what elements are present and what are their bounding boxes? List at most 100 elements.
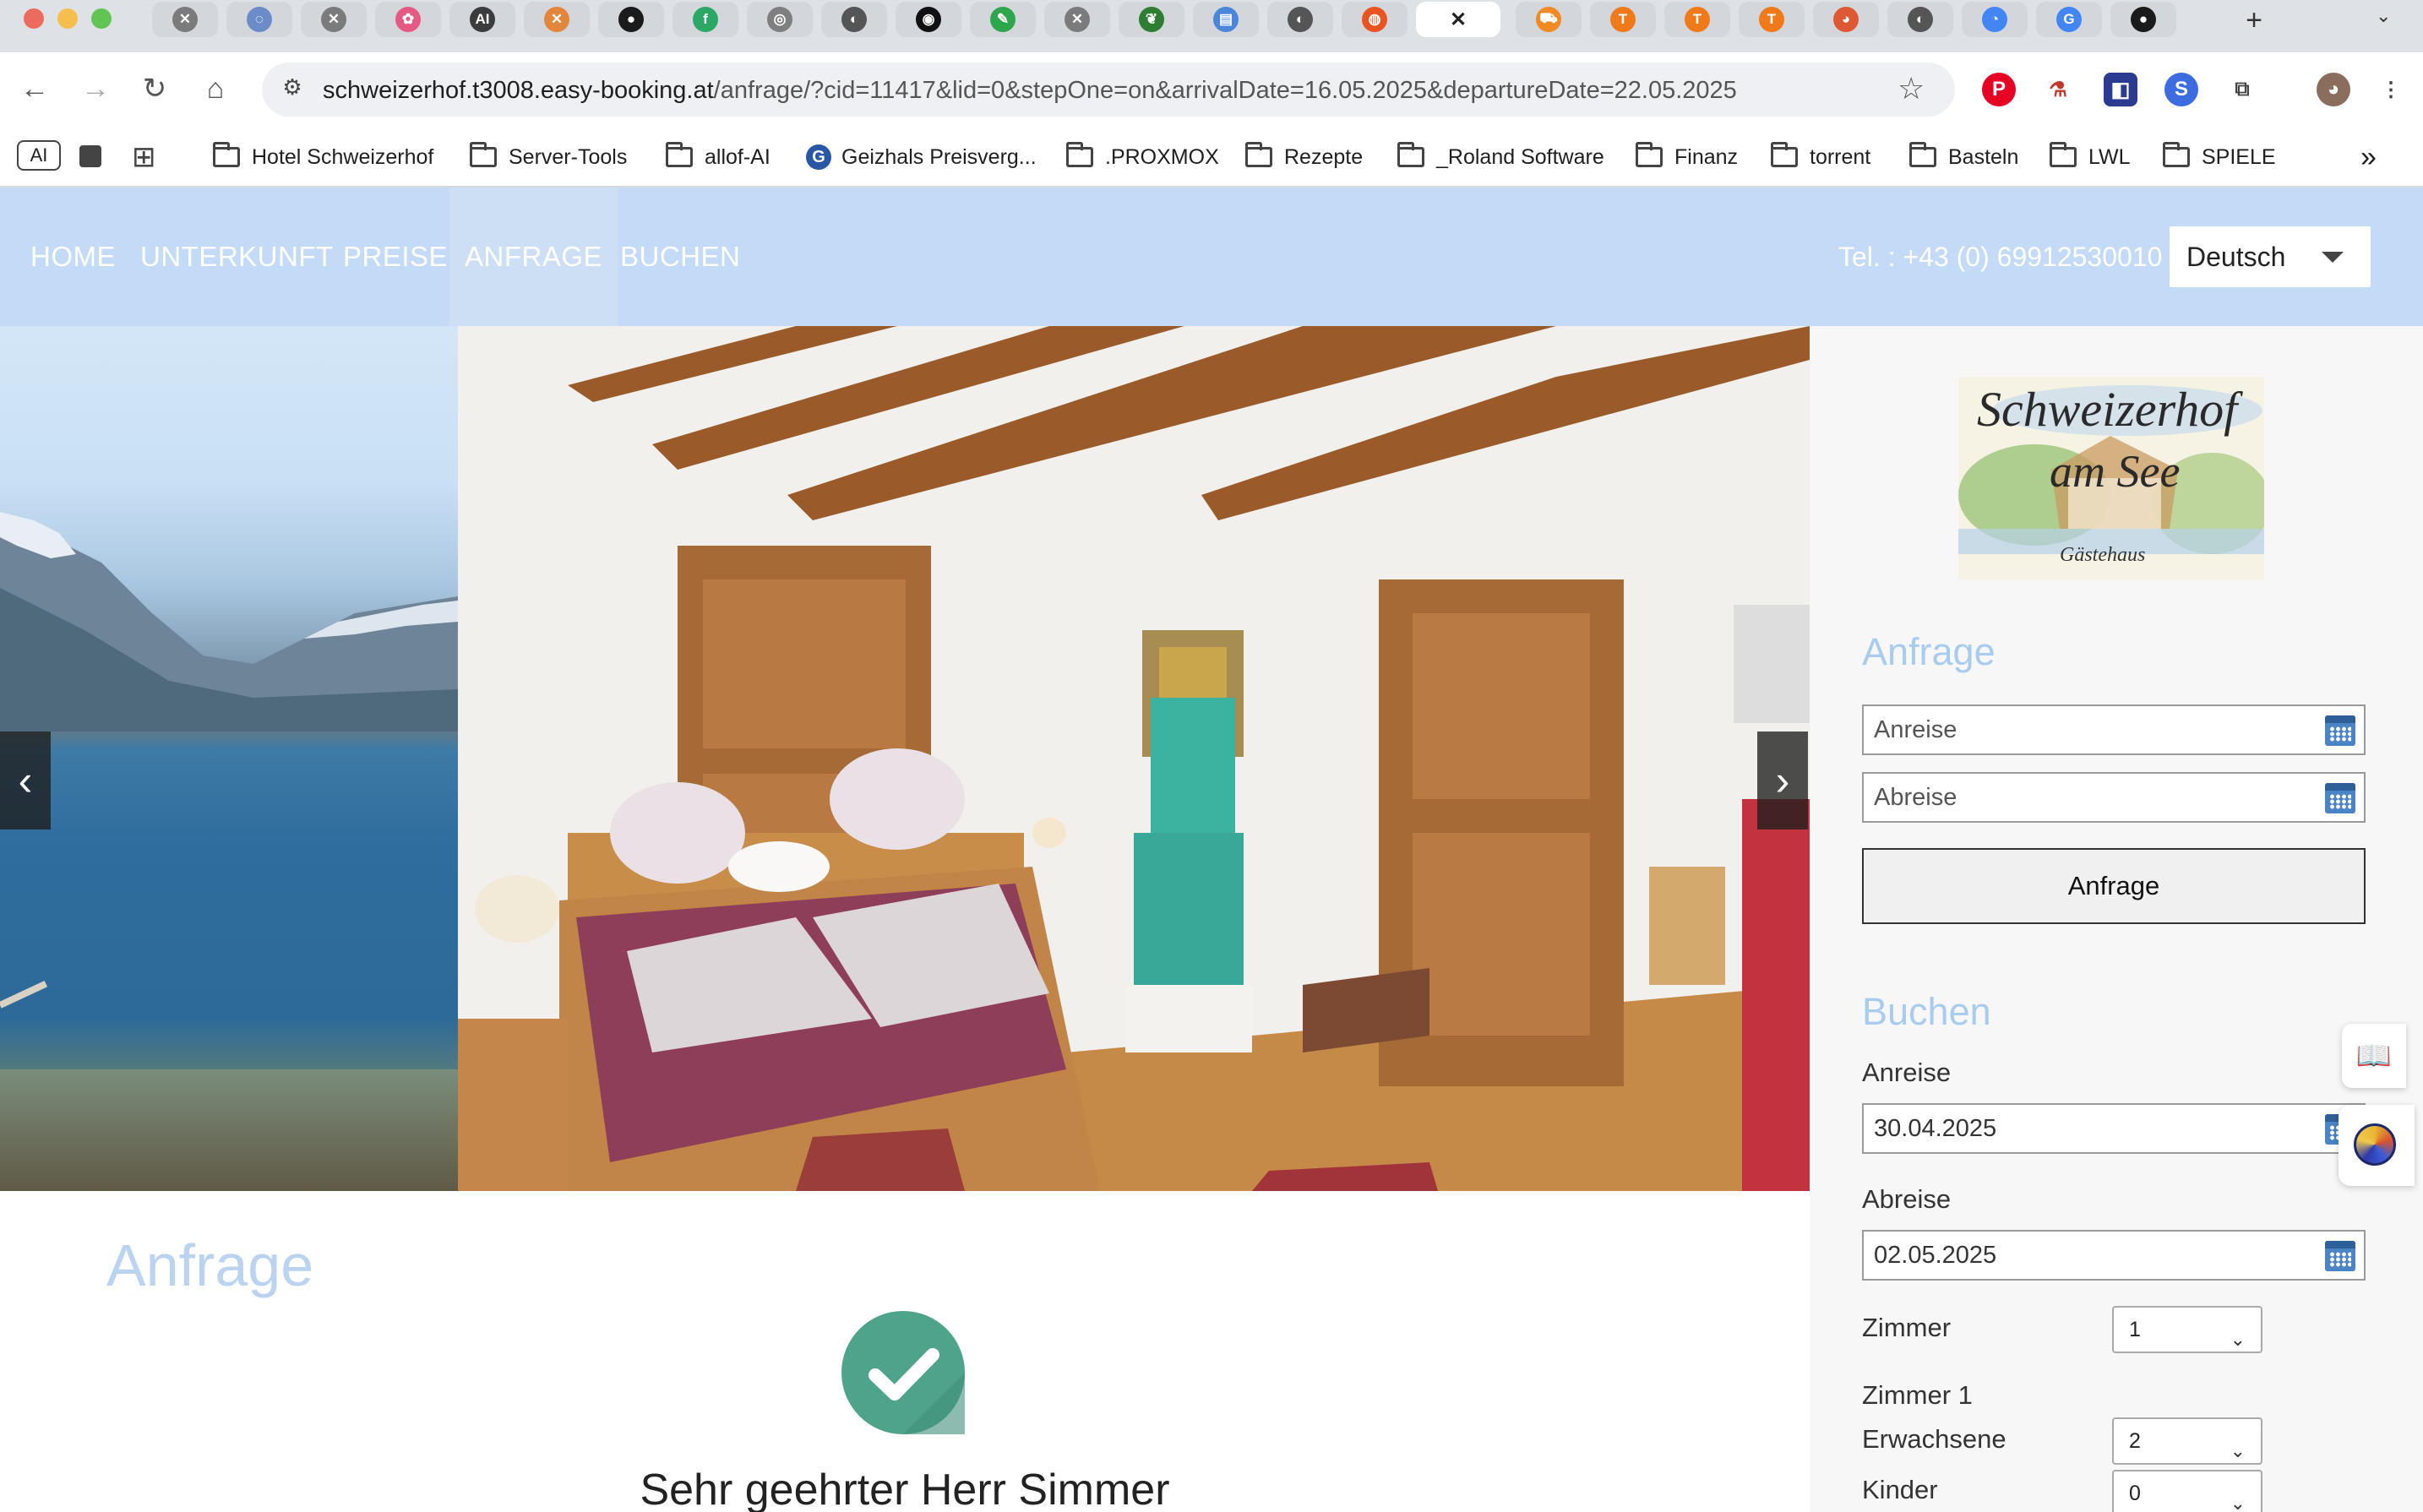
tab-globe[interactable]: ◐ bbox=[1267, 2, 1333, 37]
bookmark-basteln[interactable]: Basteln bbox=[1909, 140, 2018, 174]
hotel-logo[interactable]: Schweizerhof am See Gästehaus bbox=[1958, 377, 2264, 579]
page-title: Anfrage bbox=[106, 1232, 314, 1298]
folder-icon bbox=[213, 142, 240, 167]
tab-temu[interactable]: T bbox=[1739, 2, 1805, 37]
folder-icon bbox=[1771, 142, 1798, 167]
tab-pen[interactable]: ✎ bbox=[970, 2, 1036, 37]
tab-google[interactable]: G bbox=[2036, 2, 2102, 37]
home-icon[interactable]: ⌂ bbox=[194, 68, 237, 110]
zoom-window-button[interactable] bbox=[91, 8, 112, 29]
tab-x[interactable]: ✕ bbox=[152, 2, 218, 37]
tab-ubuntu[interactable]: ◍ bbox=[1342, 2, 1408, 37]
bookmark-spiele[interactable]: SPIELE bbox=[2163, 140, 2276, 174]
nav-buchen[interactable]: BUCHEN bbox=[620, 188, 740, 326]
photos-icon: ✿ bbox=[395, 7, 421, 32]
nav-anfrage[interactable]: ANFRAGE bbox=[449, 188, 618, 326]
forward-icon[interactable]: → bbox=[74, 68, 117, 110]
tab-github[interactable]: ● bbox=[2110, 2, 2176, 37]
calendar-icon[interactable] bbox=[2325, 783, 2355, 813]
profile-avatar[interactable]: ◕ bbox=[2317, 73, 2350, 106]
tab-photos[interactable]: ✿ bbox=[375, 2, 441, 37]
caret-down-icon bbox=[2322, 252, 2344, 263]
apps-grid-icon[interactable]: ⊞ bbox=[132, 140, 156, 174]
close-icon[interactable]: ✕ bbox=[1446, 7, 1471, 32]
github-icon: ● bbox=[618, 7, 644, 32]
buchen-anreise-label: Anreise bbox=[1862, 1058, 1952, 1087]
green-app-icon: f bbox=[693, 7, 718, 32]
tab-temu[interactable]: T bbox=[1590, 2, 1656, 37]
tab-active[interactable]: ✕ bbox=[1416, 2, 1500, 37]
browser-chrome: ✕ ◌ ✕ ✿ AI ✕ ● f ◎ ◐ ◉ ✎ ✕ ❦ ▤ ◐ ◍ ✕ ⛟ T T T ◕ ◐ ◔ G ● + ⌄ ← → ↻ ⌂… bbox=[0, 0, 2423, 188]
browser-menu-icon[interactable]: ⋮ bbox=[2374, 73, 2408, 106]
anfrage-anreise-input[interactable]: Anreise bbox=[1862, 704, 2366, 755]
bookmark-square-icon[interactable] bbox=[79, 145, 101, 167]
abreise-value: 02.05.2025 bbox=[1874, 1242, 1997, 1269]
tab-globe[interactable]: ◐ bbox=[1887, 2, 1953, 37]
nav-preise[interactable]: PREISE bbox=[343, 188, 448, 326]
calendar-icon[interactable] bbox=[2325, 1241, 2355, 1271]
s-extension-icon[interactable]: S bbox=[2164, 73, 2198, 106]
x-orange-icon: ✕ bbox=[544, 7, 569, 32]
close-window-button[interactable] bbox=[24, 8, 44, 29]
bookmark-finanz[interactable]: Finanz bbox=[1636, 140, 1738, 174]
tab-globe[interactable]: ◐ bbox=[821, 2, 887, 37]
pinterest-extension-icon[interactable]: P bbox=[1982, 73, 2016, 106]
slider-prev-button[interactable]: ‹ bbox=[0, 732, 51, 829]
language-select[interactable]: Deutsch bbox=[2170, 226, 2371, 287]
site-info-icon[interactable]: ⚙ bbox=[277, 74, 308, 105]
buchen-abreise-input[interactable]: 02.05.2025 bbox=[1862, 1230, 2366, 1281]
buchen-anreise-input[interactable]: 30.04.2025 bbox=[1862, 1103, 2366, 1154]
address-bar[interactable]: ⚙ schweizerhof.t3008.easy-booking.at/anf… bbox=[262, 63, 1955, 117]
kinder-select[interactable]: 0 ⌄ bbox=[2112, 1470, 2262, 1512]
extensions-puzzle-icon[interactable]: ⧉ bbox=[2225, 73, 2259, 106]
folder-icon bbox=[1909, 142, 1936, 167]
back-icon[interactable]: ← bbox=[14, 68, 56, 110]
tab-loop[interactable]: ◌ bbox=[226, 2, 292, 37]
assistant-widget[interactable] bbox=[2339, 1105, 2415, 1186]
bookmarks-overflow-icon[interactable]: » bbox=[2360, 140, 2377, 174]
tab-x[interactable]: ✕ bbox=[1044, 2, 1110, 37]
reader-book-icon[interactable]: 📖 bbox=[2342, 1024, 2406, 1088]
tools-extension-icon[interactable]: ⚗ bbox=[2041, 73, 2075, 106]
anfrage-button[interactable]: Anfrage bbox=[1862, 848, 2366, 924]
bookmark-lwl[interactable]: LWL bbox=[2050, 140, 2131, 174]
tab-github[interactable]: ● bbox=[598, 2, 664, 37]
calendar-icon[interactable] bbox=[2325, 715, 2355, 746]
bookmark-roland-software[interactable]: _Roland Software bbox=[1397, 140, 1604, 174]
nav-unterkunft[interactable]: UNTERKUNFT bbox=[140, 188, 334, 326]
bookmark-allof-ai[interactable]: allof-AI bbox=[666, 140, 770, 174]
tab-black-circle[interactable]: ◉ bbox=[896, 2, 961, 37]
tab-doc[interactable]: ▤ bbox=[1193, 2, 1259, 37]
bookmark-geizhals-preisverg[interactable]: G Geizhals Preisverg... bbox=[806, 140, 1037, 174]
phone-number[interactable]: Tel. : +43 (0) 69912530010 bbox=[1838, 242, 2162, 273]
new-tab-button[interactable]: + bbox=[2237, 3, 2271, 37]
shore-illustration bbox=[0, 1069, 458, 1191]
bookmark-hotel-schweizerhof[interactable]: Hotel Schweizerhof bbox=[213, 140, 433, 174]
tab-grey-app[interactable]: ◎ bbox=[747, 2, 813, 37]
minimize-window-button[interactable] bbox=[57, 8, 78, 29]
tab-cart[interactable]: ⛟ bbox=[1516, 2, 1582, 37]
tab-x[interactable]: ✕ bbox=[301, 2, 367, 37]
bookmark-star-icon[interactable]: ☆ bbox=[1898, 71, 1925, 106]
color-extension-icon[interactable]: ◧ bbox=[2104, 73, 2137, 106]
bookmark-torrent[interactable]: torrent bbox=[1771, 140, 1870, 174]
tab-temu[interactable]: T bbox=[1664, 2, 1730, 37]
bookmark-ai-chip[interactable]: AI bbox=[17, 140, 61, 171]
bookmark-rezepte[interactable]: Rezepte bbox=[1245, 140, 1363, 174]
slider-next-button[interactable]: › bbox=[1757, 732, 1808, 829]
reload-icon[interactable]: ↻ bbox=[133, 68, 176, 110]
bookmark-server-tools[interactable]: Server-Tools bbox=[470, 140, 627, 174]
erwachsene-select[interactable]: 2 ⌄ bbox=[2112, 1417, 2262, 1465]
anfrage-abreise-input[interactable]: Abreise bbox=[1862, 772, 2366, 823]
tab-ai[interactable]: AI bbox=[449, 2, 515, 37]
tab-chrome-app[interactable]: ◔ bbox=[1962, 2, 2028, 37]
nav-home[interactable]: HOME bbox=[30, 188, 116, 326]
bookmark-proxmox[interactable]: .PROXMOX bbox=[1066, 140, 1219, 174]
tab-x-orange[interactable]: ✕ bbox=[524, 2, 590, 37]
tab-leaf[interactable]: ❦ bbox=[1119, 2, 1184, 37]
tab-green-app[interactable]: f bbox=[672, 2, 738, 37]
url-text[interactable]: schweizerhof.t3008.easy-booking.at/anfra… bbox=[323, 77, 1737, 105]
tab-duckduckgo[interactable]: ◕ bbox=[1813, 2, 1879, 37]
tab-search-button[interactable]: ⌄ bbox=[2376, 5, 2391, 27]
zimmer-select[interactable]: 1 ⌄ bbox=[2112, 1306, 2262, 1353]
